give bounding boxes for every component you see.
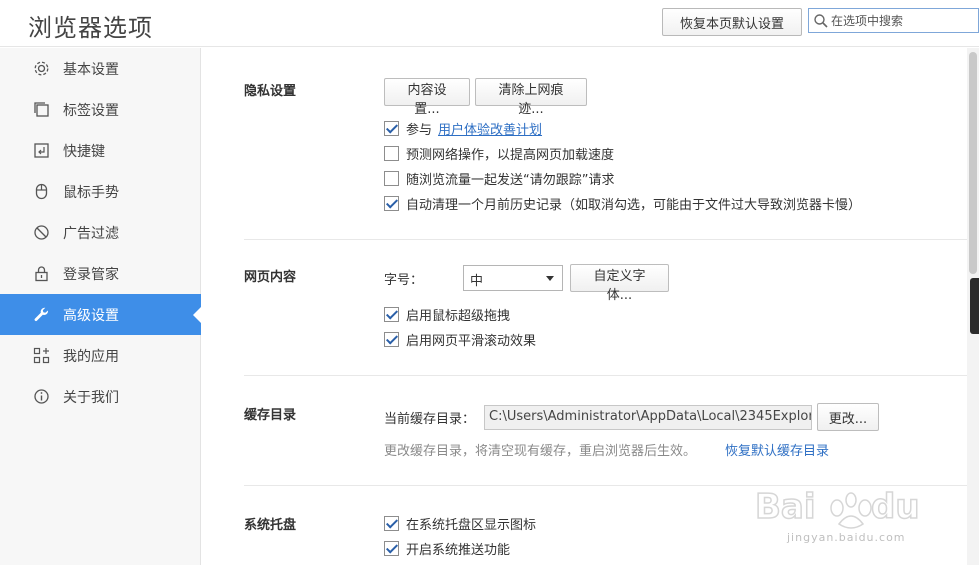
section-title-cache: 缓存目录 (244, 408, 297, 423)
search-box[interactable] (808, 8, 979, 33)
font-size-value: 中 (470, 274, 484, 289)
restore-cache-link[interactable]: 恢复默认缓存目录 (725, 440, 829, 459)
push-checkbox[interactable] (384, 540, 399, 556)
option-predict-network[interactable]: 预测网络操作，以提高网页加载速度 (384, 144, 615, 163)
sidebar-item-label: 鼠标手势 (63, 185, 119, 201)
sidebar-item-label: 快捷键 (63, 144, 105, 160)
tabs-icon (34, 102, 49, 117)
option-smooth-scroll[interactable]: 启用网页平滑滚动效果 (384, 330, 537, 349)
push-label: 开启系统推送功能 (406, 542, 511, 558)
sidebar-item-label: 广告过滤 (63, 226, 119, 242)
block-icon (34, 225, 49, 240)
smooth-scroll-label: 启用网页平滑滚动效果 (406, 333, 537, 349)
section-divider (244, 239, 967, 240)
sidebar-item-label: 基本设置 (63, 62, 119, 78)
chevron-down-icon (546, 276, 554, 281)
sidebar-item-tabs[interactable]: 标签设置 (0, 89, 201, 130)
cache-hint: 更改缓存目录，将清空现有缓存，重启浏览器后生效。 (384, 444, 697, 459)
wrench-icon (34, 307, 49, 322)
sidebar-item-advanced[interactable]: 高级设置 (0, 294, 201, 335)
font-size-select[interactable]: 中 (463, 265, 563, 291)
section-divider (244, 375, 967, 376)
auto-clean-checkbox[interactable] (384, 195, 399, 211)
sidebar-item-label: 高级设置 (63, 308, 119, 324)
content-settings-button[interactable]: 内容设置... (384, 78, 470, 117)
header: 浏览器选项 恢复本页默认设置 (0, 0, 979, 47)
watermark-url: jingyan.baidu.com (787, 531, 906, 544)
option-ux-plan[interactable]: 参与 用户体验改善计划 (384, 119, 542, 138)
sidebar-item-login-manager[interactable]: 登录管家 (0, 253, 201, 294)
super-drag-label: 启用鼠标超级拖拽 (406, 308, 511, 324)
sidebar-item-ad-filter[interactable]: 广告过滤 (0, 212, 201, 253)
search-icon (814, 14, 828, 28)
section-title-tray: 系统托盘 (244, 518, 297, 533)
sidebar-item-about[interactable]: 关于我们 (0, 376, 201, 417)
do-not-track-checkbox[interactable] (384, 170, 399, 186)
sidebar-item-mouse-gestures[interactable]: 鼠标手势 (0, 171, 201, 212)
sidebar-item-label: 登录管家 (63, 267, 119, 283)
sidebar-item-label: 我的应用 (63, 349, 119, 365)
section-title-web-content: 网页内容 (244, 270, 297, 285)
font-size-label: 字号： (384, 273, 424, 288)
smooth-scroll-checkbox[interactable] (384, 331, 399, 347)
do-not-track-label: 随浏览流量一起发送“请勿跟踪”请求 (406, 172, 615, 188)
section-title-privacy: 隐私设置 (244, 84, 297, 99)
sidebar: 基本设置 标签设置 快捷键 鼠标手势 广告过滤 登录管家 高级设置 我的应用 关… (0, 48, 201, 565)
side-widget-handle[interactable] (970, 278, 979, 334)
sidebar-item-label: 关于我们 (63, 390, 119, 406)
tray-icon-checkbox[interactable] (384, 515, 399, 531)
change-cache-button[interactable]: 更改... (817, 403, 879, 431)
restore-defaults-button[interactable]: 恢复本页默认设置 (662, 8, 802, 36)
svg-text:du: du (871, 487, 920, 527)
predict-network-label: 预测网络操作，以提高网页加载速度 (406, 147, 615, 163)
mouse-icon (35, 183, 48, 200)
sidebar-item-shortcuts[interactable]: 快捷键 (0, 130, 201, 171)
tray-icon-label: 在系统托盘区显示图标 (406, 517, 537, 533)
option-auto-clean-history[interactable]: 自动清理一个月前历史记录（如取消勾选，可能由于文件过大导致浏览器卡慢） (384, 194, 862, 213)
ux-plan-prefix: 参与 (406, 122, 433, 138)
search-input[interactable] (831, 11, 976, 30)
option-tray-icon[interactable]: 在系统托盘区显示图标 (384, 514, 537, 533)
clear-history-button[interactable]: 清除上网痕迹... (475, 78, 587, 117)
super-drag-checkbox[interactable] (384, 306, 399, 322)
ux-plan-checkbox[interactable] (384, 120, 399, 136)
ux-plan-link[interactable]: 用户体验改善计划 (438, 119, 542, 138)
predict-network-checkbox[interactable] (384, 145, 399, 161)
scrollbar-thumb[interactable] (969, 52, 977, 274)
info-icon (34, 389, 49, 404)
page-title: 浏览器选项 (28, 14, 153, 42)
lock-icon (35, 266, 48, 282)
apps-icon (33, 347, 50, 364)
svg-text:Bai: Bai (755, 487, 816, 527)
sidebar-item-label: 标签设置 (63, 103, 119, 119)
auto-clean-label: 自动清理一个月前历史记录（如取消勾选，可能由于文件过大导致浏览器卡慢） (406, 197, 862, 213)
option-do-not-track[interactable]: 随浏览流量一起发送“请勿跟踪”请求 (384, 169, 615, 188)
gear-icon (34, 61, 49, 76)
cache-path-field[interactable]: C:\Users\Administrator\AppData\Local\234… (484, 405, 812, 430)
baidu-watermark-logo: Bai du (755, 486, 920, 529)
custom-font-button[interactable]: 自定义字体... (570, 264, 669, 303)
sidebar-item-my-apps[interactable]: 我的应用 (0, 335, 201, 376)
option-push[interactable]: 开启系统推送功能 (384, 539, 511, 558)
keyboard-icon (34, 143, 49, 158)
sidebar-item-basic[interactable]: 基本设置 (0, 48, 201, 89)
option-super-drag[interactable]: 启用鼠标超级拖拽 (384, 305, 511, 324)
cache-dir-label: 当前缓存目录： (384, 412, 476, 427)
